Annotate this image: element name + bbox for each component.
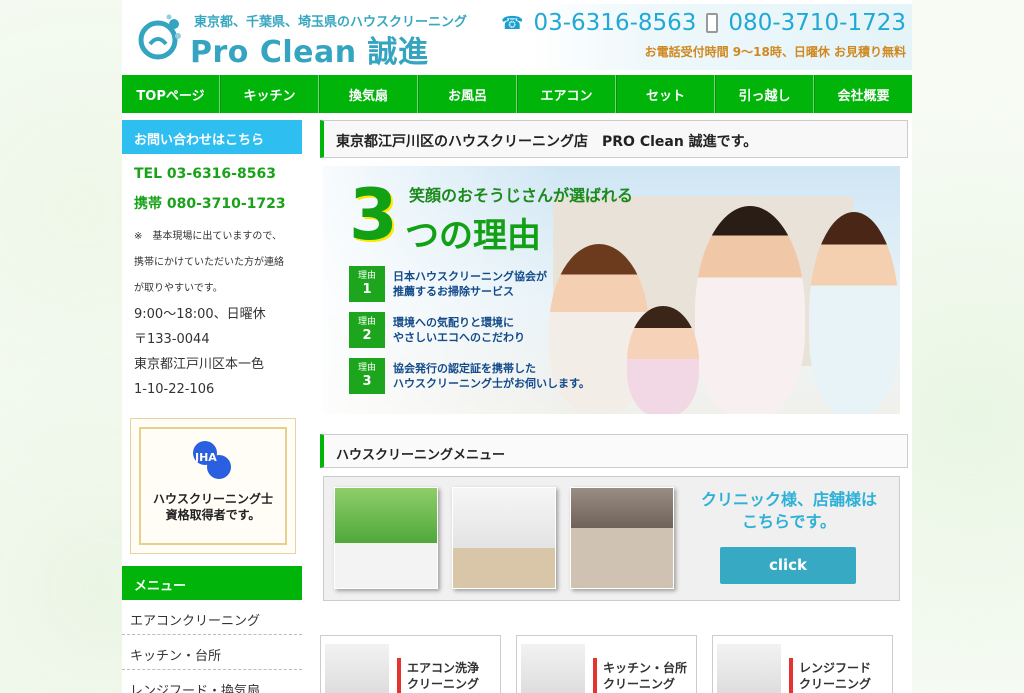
phone-icon: ☎: [501, 12, 524, 34]
reason-text: 環境への気配りと環境に やさしいエコへのこだわり: [393, 316, 525, 344]
reason-badge: 理由 3: [349, 358, 385, 394]
sidebar-mobile[interactable]: 携帯 080-3710-1723: [134, 193, 290, 213]
aircon-image: [325, 644, 389, 693]
nav-ventilation[interactable]: 換気扇: [319, 75, 418, 113]
service-label: キッチン・台所 クリーニング: [603, 661, 688, 691]
reason-text: 日本ハウスクリーニング協会が 推薦するお掃除サービス: [393, 270, 547, 298]
nav-kitchen[interactable]: キッチン: [220, 75, 319, 113]
hero-banner: 3 笑顔のおそうじさんが選ばれる つの理由 理由 1 日本ハウスクリーニング協会が…: [323, 166, 900, 414]
hero-big-number: 3: [349, 174, 398, 256]
brand-name[interactable]: Pro Clean 誠進: [190, 27, 429, 71]
nav-top[interactable]: TOPページ: [122, 75, 220, 113]
contact-block: TEL 03-6316-8563 携帯 080-3710-1723 ※ 基本現場…: [122, 154, 302, 402]
business-hours: 9:00～18:00、日曜休: [134, 307, 266, 322]
hero-person-grandmother: [809, 212, 899, 414]
address-line-2: 1-10-22-106: [134, 382, 215, 397]
menu-section-title: ハウスクリーニングメニュー: [320, 434, 908, 468]
contact-heading: お問い合わせはこちら: [122, 120, 302, 154]
service-card-aircon[interactable]: エアコン洗浄 クリーニング: [320, 635, 501, 693]
mobile-phone-icon: [706, 13, 719, 33]
contact-note-3: が取りやすいです。: [134, 283, 223, 294]
service-card-kitchen[interactable]: キッチン・台所 クリーニング: [516, 635, 697, 693]
service-card-rangehood[interactable]: レンジフード クリーニング: [712, 635, 893, 693]
header-mobile[interactable]: 080-3710-1723: [728, 10, 906, 36]
jha-logo-icon: JHA: [193, 441, 233, 481]
nav-company[interactable]: 会社概要: [814, 75, 912, 113]
reason-1: 理由 1 日本ハウスクリーニング協会が 推薦するお掃除サービス: [349, 266, 613, 302]
side-menu-kitchen[interactable]: キッチン・台所: [122, 635, 302, 670]
clinic-text: クリニック様、店舗様は こちらです。: [700, 490, 877, 531]
sidebar-tel[interactable]: TEL 03-6316-8563: [134, 166, 290, 182]
address-line-1: 東京都江戸川区本一色: [134, 357, 265, 372]
side-menu-rangehood[interactable]: レンジフード・換気扇: [122, 670, 302, 693]
reason-2: 理由 2 環境への気配りと環境に やさしいエコへのこだわり: [349, 312, 613, 348]
service-label: エアコン洗浄 クリーニング: [407, 661, 480, 691]
hero-person-father: [695, 206, 805, 414]
restaurant-image: [570, 487, 674, 589]
contact-note-1: ※ 基本現場に出ていますので、: [134, 231, 282, 242]
hero-headline: つの理由: [405, 216, 541, 256]
nav-bath[interactable]: お風呂: [418, 75, 517, 113]
reason-text: 協会発行の認定証を携帯した ハウスクリーニング士がお伺いします。: [393, 362, 590, 390]
page-title: 東京都江戸川区のハウスクリーニング店 PRO Clean 誠進です。: [320, 120, 908, 158]
main-content: 東京都江戸川区のハウスクリーニング店 PRO Clean 誠進です。 3 笑顔の…: [320, 120, 908, 693]
hero-person-girl: [627, 306, 699, 414]
nav-set[interactable]: セット: [616, 75, 715, 113]
nav-moving[interactable]: 引っ越し: [715, 75, 814, 113]
clinic-corridor-image: [452, 487, 556, 589]
faucet-image: [521, 644, 585, 693]
service-label: レンジフード クリーニング: [799, 661, 872, 691]
reason-badge: 理由 1: [349, 266, 385, 302]
main-nav: TOPページ キッチン 換気扇 お風呂 エアコン セット 引っ越し 会社概要: [122, 75, 912, 113]
menu-heading: メニュー: [122, 566, 302, 600]
reason-badge: 理由 2: [349, 312, 385, 348]
hero-subtitle: 笑顔のおそうじさんが選ばれる: [409, 186, 634, 205]
rangehood-image: [717, 644, 781, 693]
page: 東京都、千葉県、埼玉県のハウスクリーニング Pro Clean 誠進 ☎ 03-…: [122, 0, 912, 693]
service-cards: エアコン洗浄 クリーニング キッチン・台所 クリーニング レンジフード クリーニング: [320, 635, 908, 693]
site-header: 東京都、千葉県、埼玉県のハウスクリーニング Pro Clean 誠進 ☎ 03-…: [122, 0, 912, 75]
contact-note-2: 携帯にかけていただいた方が連絡: [134, 257, 284, 268]
jha-caption: ハウスクリーニング士 資格取得者です。: [152, 492, 273, 522]
hospital-icon: [334, 487, 438, 589]
postal-code: 〒133-0044: [134, 332, 210, 347]
sidebar: お問い合わせはこちら TEL 03-6316-8563 携帯 080-3710-…: [122, 120, 302, 693]
service-accent: [397, 658, 401, 693]
nav-aircon[interactable]: エアコン: [517, 75, 616, 113]
reason-3: 理由 3 協会発行の認定証を携帯した ハウスクリーニング士がお伺いします。: [349, 358, 613, 394]
jha-banner[interactable]: JHA ハウスクリーニング士 資格取得者です。: [130, 418, 296, 554]
clinic-banner[interactable]: クリニック様、店舗様は こちらです。 click: [323, 476, 900, 601]
side-menu-aircon[interactable]: エアコンクリーニング: [122, 600, 302, 635]
header-phone[interactable]: 03-6316-8563: [533, 10, 696, 36]
service-accent: [593, 658, 597, 693]
header-phones: ☎ 03-6316-8563 080-3710-1723: [501, 10, 906, 36]
service-accent: [789, 658, 793, 693]
header-hours: お電話受付時間 9～18時、日曜休 お見積り無料: [644, 45, 906, 59]
clinic-click-button[interactable]: click: [720, 547, 856, 584]
logo-icon[interactable]: [138, 14, 184, 62]
